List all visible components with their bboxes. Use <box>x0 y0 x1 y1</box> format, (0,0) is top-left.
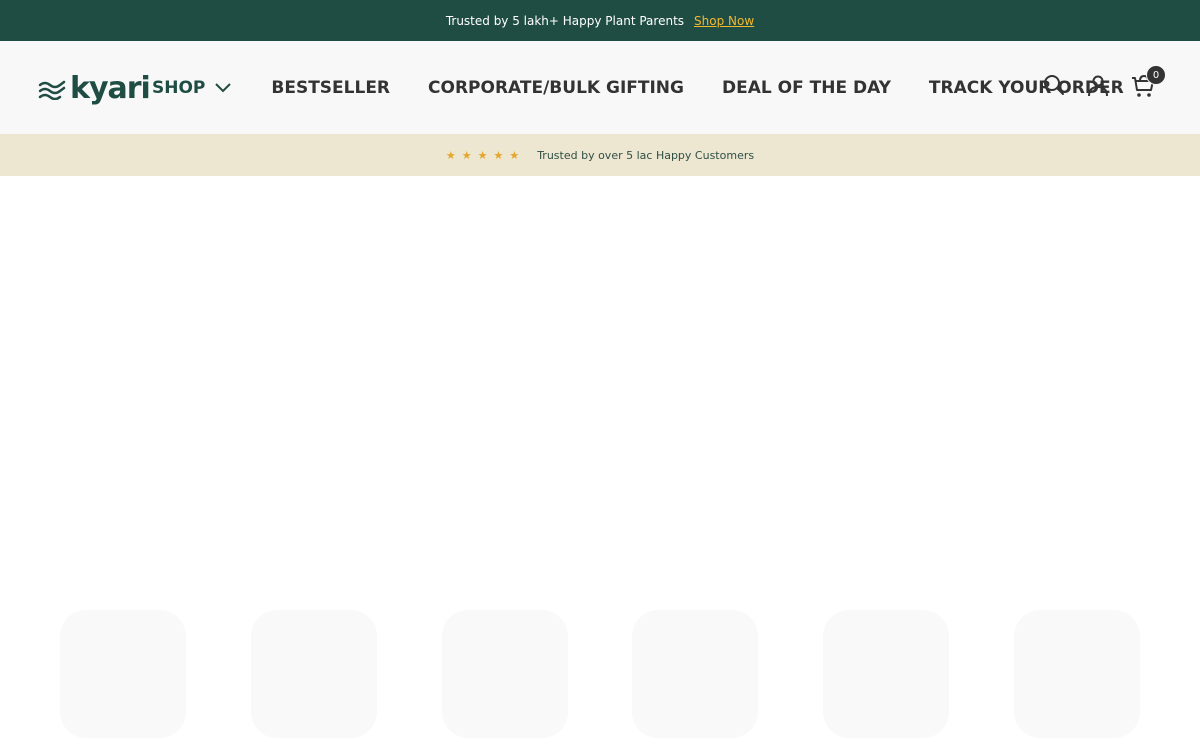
site-header: kyari SHOP BESTSELLER CORPORATE/BULK GIF… <box>0 41 1200 134</box>
trust-text: Trusted by over 5 lac Happy Customers <box>537 148 755 162</box>
nav-bestseller[interactable]: BESTSELLER <box>271 78 390 98</box>
category-placeholder-tile <box>632 610 759 738</box>
trust-bar: ★★★★★ Trusted by over 5 lac Happy Custom… <box>0 134 1200 176</box>
nav-deal-of-the-day[interactable]: DEAL OF THE DAY <box>722 78 891 98</box>
category-placeholder-tile <box>250 610 377 738</box>
category-placeholder-tile <box>823 610 950 738</box>
category-placeholder-tile <box>1013 610 1140 738</box>
account-button[interactable] <box>1086 73 1112 99</box>
cart-count-badge: 0 <box>1146 65 1166 85</box>
kyari-logo[interactable]: kyari <box>38 69 158 109</box>
announcement-bar: Trusted by 5 lakh+ Happy Plant Parents S… <box>0 0 1200 41</box>
search-icon <box>1044 75 1064 95</box>
category-placeholder-tile <box>441 610 568 738</box>
nav-shop-label: SHOP <box>152 77 206 98</box>
cart-button[interactable]: 0 <box>1130 65 1166 99</box>
nav-corporate-gifting[interactable]: CORPORATE/BULK GIFTING <box>428 78 684 98</box>
logo-wordmark: kyari <box>70 71 151 106</box>
main-nav: SHOP BESTSELLER CORPORATE/BULK GIFTING D… <box>150 41 1124 134</box>
account-icon <box>1088 75 1108 97</box>
logo-waves-icon <box>38 80 66 100</box>
announcement-text: Trusted by 5 lakh+ Happy Plant Parents <box>445 13 685 28</box>
chevron-down-icon <box>215 82 232 92</box>
search-button[interactable] <box>1042 73 1068 99</box>
category-placeholder-tile <box>60 610 186 738</box>
shop-now-link[interactable]: Shop Now <box>694 14 754 28</box>
category-placeholder-row <box>60 610 1140 738</box>
nav-shop[interactable]: SHOP <box>152 77 232 98</box>
header-icons: 0 <box>1042 65 1166 99</box>
rating-stars: ★★★★★ <box>445 148 526 162</box>
